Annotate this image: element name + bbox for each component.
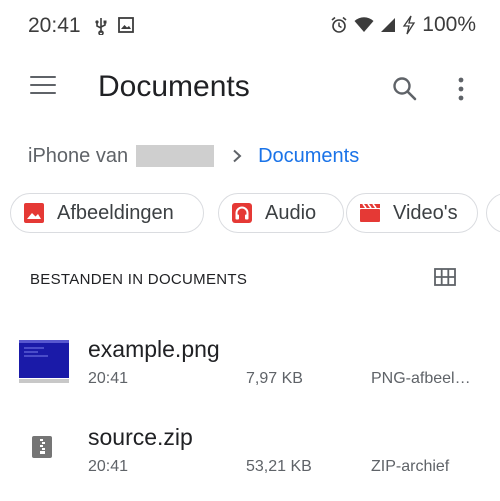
breadcrumb: iPhone van Documents: [28, 143, 359, 169]
grid-view-icon[interactable]: [434, 268, 456, 286]
alarm-icon: [331, 16, 347, 33]
chip-label: Afbeeldingen: [57, 201, 174, 224]
redacted-device-name: [136, 145, 215, 167]
file-row-example-png[interactable]: example.png 20:41 7,97 KB PNG-afbeel…: [0, 330, 500, 410]
image-icon: [24, 203, 44, 223]
wifi-icon: [354, 17, 374, 32]
menu-icon[interactable]: [30, 76, 56, 98]
file-type: ZIP-archief: [371, 458, 450, 475]
file-name: source.zip: [88, 424, 193, 450]
chip-label: Video's: [393, 201, 458, 224]
charging-icon: [403, 15, 416, 35]
usb-icon: [95, 18, 107, 35]
status-bar: 20:41 100%: [0, 0, 500, 54]
battery-percentage: 100%: [422, 13, 476, 36]
chip-afbeeldingen[interactable]: Afbeeldingen: [10, 193, 204, 233]
chip-label: Audio: [265, 201, 317, 224]
chevron-right-icon: [233, 149, 242, 163]
zip-archive-icon: [32, 436, 52, 458]
file-name: example.png: [88, 336, 220, 362]
breadcrumb-current[interactable]: Documents: [258, 145, 359, 168]
more-options-icon[interactable]: [454, 74, 468, 104]
file-time: 20:41: [88, 458, 129, 475]
chip-videos[interactable]: Video's: [346, 193, 478, 233]
chip-audio[interactable]: Audio: [218, 193, 344, 233]
headphones-icon: [232, 203, 252, 223]
png-thumbnail: [18, 336, 70, 384]
app-toolbar: Documents: [0, 56, 500, 120]
file-type: PNG-afbeel…: [371, 370, 471, 387]
section-header: BESTANDEN IN DOCUMENTS: [30, 271, 248, 288]
file-size: 53,21 KB: [246, 458, 312, 475]
category-chips: Afbeeldingen Audio Video's: [10, 193, 500, 233]
status-time: 20:41: [28, 14, 81, 37]
page-title: Documents: [98, 70, 250, 103]
breadcrumb-root[interactable]: iPhone van: [28, 145, 128, 168]
file-time: 20:41: [88, 370, 129, 387]
image-notification-icon: [118, 17, 134, 33]
file-row-source-zip[interactable]: source.zip 20:41 53,21 KB ZIP-archief: [0, 418, 500, 498]
search-icon[interactable]: [390, 74, 420, 104]
signal-icon: [381, 18, 396, 32]
chip-more[interactable]: [486, 193, 500, 233]
file-size: 7,97 KB: [246, 370, 303, 387]
video-clapper-icon: [360, 203, 380, 222]
